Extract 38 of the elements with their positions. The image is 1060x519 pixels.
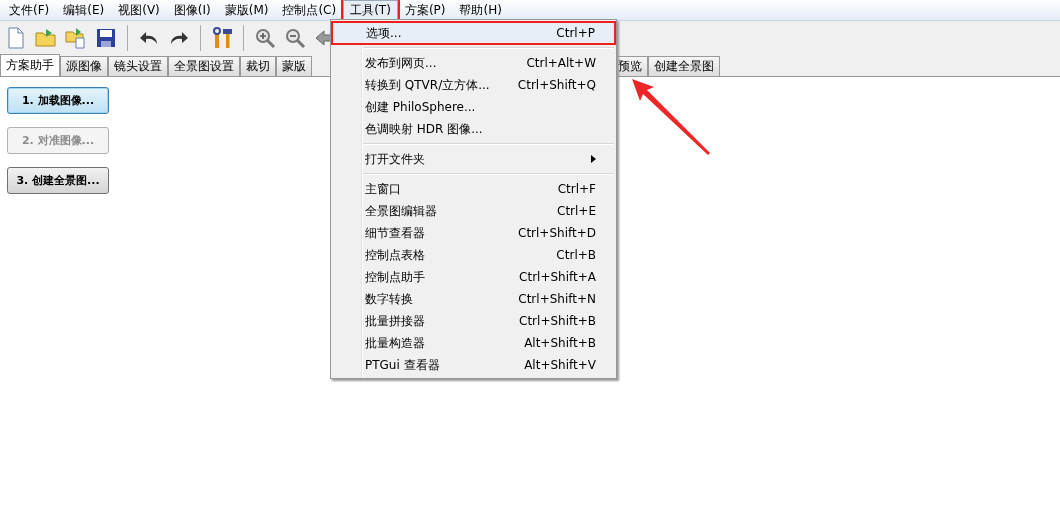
menu-item[interactable]: 控制点(C) xyxy=(275,0,344,21)
menu-item[interactable]: 图像(I) xyxy=(166,0,218,21)
menu-item[interactable]: 方案(P) xyxy=(397,0,453,21)
dropdown-item[interactable]: 细节查看器 Ctrl+Shift+D xyxy=(331,222,616,244)
tools-icon[interactable] xyxy=(210,26,234,50)
dropdown-item[interactable]: 数字转换 Ctrl+Shift+N xyxy=(331,288,616,310)
folder-document-icon[interactable] xyxy=(64,26,88,50)
zoom-in-icon[interactable] xyxy=(253,26,277,50)
step-button[interactable]: 1. 加载图像... xyxy=(7,87,109,114)
menu-item[interactable]: 蒙版(M) xyxy=(217,0,276,21)
dropdown-item[interactable]: 色调映射 HDR 图像... xyxy=(331,118,616,140)
dropdown-item[interactable]: 转换到 QTVR/立方体... Ctrl+Shift+Q xyxy=(331,74,616,96)
dropdown-item[interactable]: 批量拼接器 Ctrl+Shift+B xyxy=(331,310,616,332)
submenu-arrow-icon xyxy=(591,155,596,163)
menu-item[interactable]: 帮助(H) xyxy=(452,0,509,21)
dropdown-item[interactable]: 全景图编辑器 Ctrl+E xyxy=(331,200,616,222)
tab[interactable]: 蒙版 xyxy=(276,56,312,76)
tab[interactable]: 源图像 xyxy=(60,56,108,76)
dropdown-item[interactable]: 控制点表格 Ctrl+B xyxy=(331,244,616,266)
menu-item[interactable]: 文件(F) xyxy=(2,0,57,21)
dropdown-item[interactable]: 打开文件夹 xyxy=(331,148,616,170)
dropdown-item[interactable]: 批量构造器 Alt+Shift+B xyxy=(331,332,616,354)
tab[interactable]: 镜头设置 xyxy=(108,56,168,76)
tab[interactable]: 裁切 xyxy=(240,56,276,76)
menu-item[interactable]: 视图(V) xyxy=(111,0,167,21)
tab[interactable]: 方案助手 xyxy=(0,54,60,76)
zoom-out-icon[interactable] xyxy=(283,26,307,50)
tab[interactable]: 创建全景图 xyxy=(648,56,720,76)
dropdown-item[interactable]: PTGui 查看器 Alt+Shift+V xyxy=(331,354,616,376)
dropdown-item[interactable]: 主窗口 Ctrl+F xyxy=(331,178,616,200)
menu-item[interactable]: 工具(T) xyxy=(343,0,398,21)
step-button[interactable]: 3. 创建全景图... xyxy=(7,167,109,194)
dropdown-item[interactable]: 创建 PhiloSphere... xyxy=(331,96,616,118)
dropdown-item[interactable]: 控制点助手 Ctrl+Shift+A xyxy=(331,266,616,288)
tab[interactable]: 全景图设置 xyxy=(168,56,240,76)
folder-icon[interactable] xyxy=(34,26,58,50)
menu-item[interactable]: 编辑(E) xyxy=(56,0,112,21)
dropdown-item[interactable]: 选项... Ctrl+P xyxy=(332,22,615,44)
